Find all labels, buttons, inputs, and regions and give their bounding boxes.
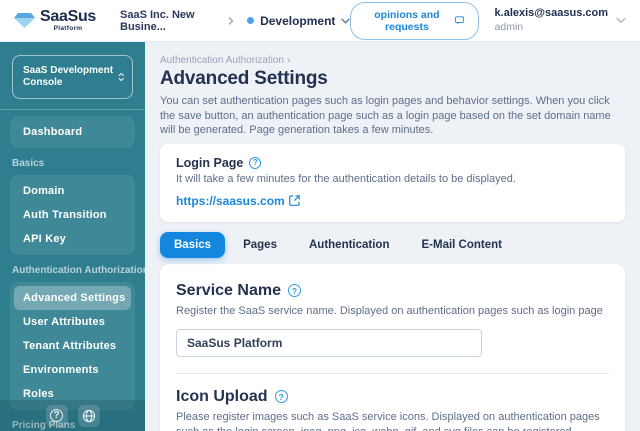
brand-subtitle: Platform bbox=[40, 26, 96, 33]
sidebar-item-environments[interactable]: Environments bbox=[14, 358, 131, 382]
chevron-down-icon bbox=[616, 17, 626, 24]
tab-email-content[interactable]: E-Mail Content bbox=[407, 232, 516, 258]
service-name-description: Register the SaaS service name. Displaye… bbox=[176, 304, 609, 319]
help-icon: ? bbox=[50, 409, 63, 422]
service-name-input[interactable] bbox=[176, 329, 482, 357]
sidebar-item-dashboard[interactable]: Dashboard bbox=[14, 120, 131, 144]
sidebar-item-api-key[interactable]: API Key bbox=[14, 227, 131, 251]
icon-upload-description: Please register images such as SaaS serv… bbox=[176, 410, 609, 431]
chevron-right-icon: › bbox=[287, 55, 290, 66]
nav-group-basics: Domain Auth Transition API Key bbox=[10, 175, 135, 255]
section-divider bbox=[176, 373, 609, 374]
help-icon[interactable]: ? bbox=[288, 284, 301, 297]
environment-dropdown[interactable]: Development bbox=[247, 14, 350, 28]
tab-pages[interactable]: Pages bbox=[229, 232, 291, 258]
breadcrumb[interactable]: Authentication Authorization › bbox=[160, 55, 625, 66]
sidebar-item-domain[interactable]: Domain bbox=[14, 179, 131, 203]
language-button[interactable] bbox=[78, 405, 100, 427]
breadcrumb-label: Authentication Authorization bbox=[160, 55, 284, 66]
chevron-right-icon bbox=[227, 17, 235, 25]
user-email: k.alexis@saasus.com bbox=[495, 7, 608, 21]
sidebar-divider bbox=[0, 109, 145, 110]
sidebar-item-user-attributes[interactable]: User Attributes bbox=[14, 310, 131, 334]
page-title: Advanced Settings bbox=[160, 68, 625, 90]
login-page-title: Login Page bbox=[176, 156, 243, 170]
login-page-link[interactable]: https://saasus.com bbox=[176, 194, 300, 208]
tab-authentication[interactable]: Authentication bbox=[295, 232, 404, 258]
external-link-icon bbox=[289, 195, 300, 206]
page-description: You can set authentication pages such as… bbox=[160, 94, 625, 138]
nav-group-auth: Advanced Settings User Attributes Tenant… bbox=[10, 282, 135, 410]
main-content: Authentication Authorization › Advanced … bbox=[145, 42, 640, 431]
nav-group-dashboard: Dashboard bbox=[10, 116, 135, 148]
tab-bar: Basics Pages Authentication E-Mail Conte… bbox=[160, 232, 625, 258]
select-carets-icon bbox=[118, 71, 124, 83]
environment-status-dot bbox=[247, 17, 254, 24]
sidebar-section-auth-authorization: Authentication Authorization bbox=[12, 265, 133, 276]
gem-icon bbox=[14, 12, 35, 29]
sidebar-footer: ? bbox=[0, 400, 145, 431]
tenant-breadcrumb[interactable]: SaaS Inc. New Busine... bbox=[120, 9, 215, 33]
globe-icon bbox=[82, 409, 96, 423]
help-icon[interactable]: ? bbox=[249, 157, 261, 169]
sidebar-section-basics: Basics bbox=[12, 158, 133, 169]
sidebar-item-tenant-attributes[interactable]: Tenant Attributes bbox=[14, 334, 131, 358]
console-selector-label: SaaS Development Console bbox=[23, 65, 118, 89]
service-name-title: Service Name bbox=[176, 282, 281, 300]
feedback-button[interactable]: opinions and requests bbox=[350, 2, 478, 40]
icon-upload-title: Icon Upload bbox=[176, 388, 268, 406]
chat-bubble-icon bbox=[455, 15, 464, 26]
settings-card: Service Name ? Register the SaaS service… bbox=[160, 264, 625, 431]
login-page-url: https://saasus.com bbox=[176, 194, 285, 208]
login-page-card: Login Page ? It will take a few minutes … bbox=[160, 144, 625, 222]
sidebar: SaaS Development Console Dashboard Basic… bbox=[0, 42, 145, 431]
chevron-down-icon bbox=[341, 18, 350, 24]
help-icon[interactable]: ? bbox=[275, 390, 288, 403]
sidebar-item-auth-transition[interactable]: Auth Transition bbox=[14, 203, 131, 227]
tab-basics[interactable]: Basics bbox=[160, 232, 225, 258]
brand-name: SaaSus bbox=[40, 9, 96, 25]
help-button[interactable]: ? bbox=[46, 405, 68, 427]
console-selector[interactable]: SaaS Development Console bbox=[12, 55, 133, 99]
environment-label: Development bbox=[260, 14, 335, 28]
sidebar-item-advanced-settings[interactable]: Advanced Settings bbox=[14, 286, 131, 310]
top-header: SaaSus Platform SaaS Inc. New Busine... … bbox=[0, 0, 640, 42]
user-role: admin bbox=[495, 21, 608, 34]
login-page-note: It will take a few minutes for the authe… bbox=[176, 173, 609, 185]
user-menu[interactable]: k.alexis@saasus.com admin bbox=[495, 7, 626, 34]
feedback-button-label: opinions and requests bbox=[364, 9, 449, 33]
app-logo[interactable]: SaaSus Platform bbox=[14, 9, 96, 33]
